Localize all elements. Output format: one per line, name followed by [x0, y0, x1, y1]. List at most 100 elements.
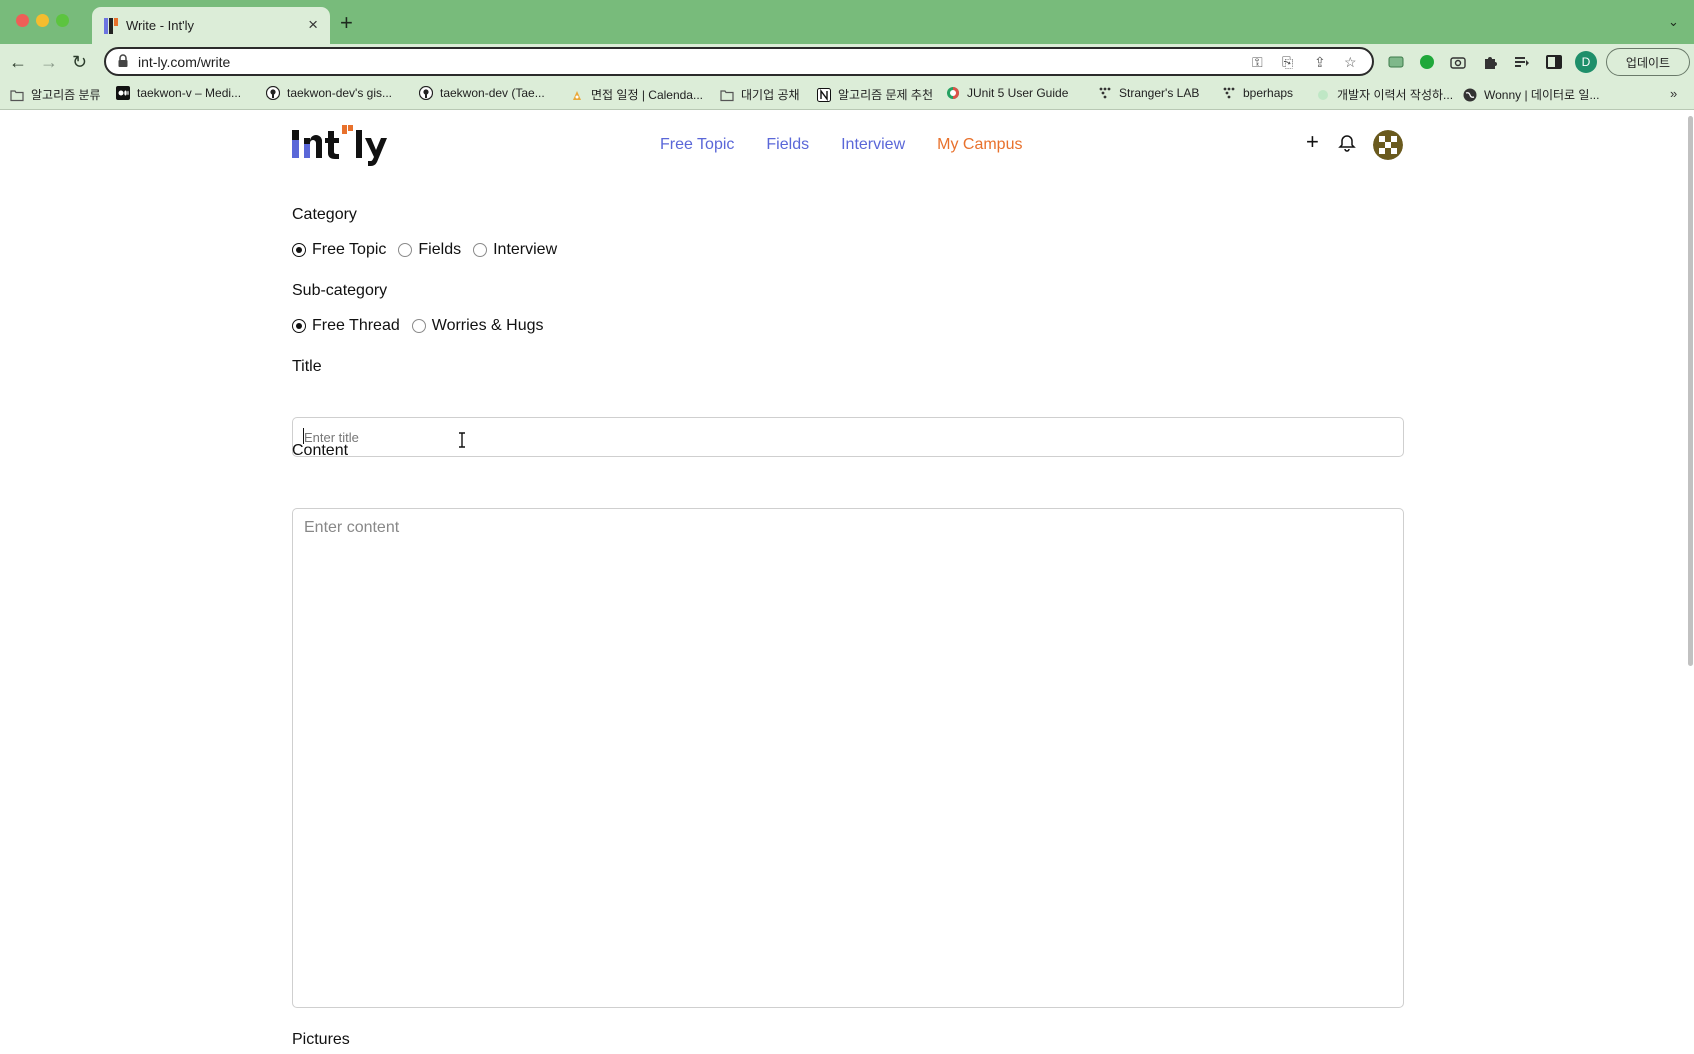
bookmark-item[interactable]: JUnit 5 User Guide [946, 86, 1068, 100]
radio-checked-icon[interactable] [292, 243, 306, 257]
browser-chrome: Write - Int'ly × + ⌄ ← → ↻ int-ly.com/wr… [0, 0, 1694, 110]
bookmark-item[interactable]: 알고리즘 문제 추천 [817, 86, 933, 103]
tab-strip: Write - Int'ly × + ⌄ [0, 0, 1694, 44]
evernote-icon[interactable] [1417, 52, 1437, 72]
bookmark-label: taekwon-v – Medi... [137, 86, 242, 100]
content-label: Content [292, 442, 349, 459]
scrollbar-thumb[interactable] [1688, 116, 1693, 666]
category-option-label: Interview [493, 241, 558, 258]
new-post-plus-icon[interactable]: + [1306, 130, 1319, 154]
browser-tab[interactable]: Write - Int'ly × [92, 7, 330, 44]
browser-toolbar: ← → ↻ int-ly.com/write ⚿ ⎘ ⇪ ☆ D 업데이트 [0, 44, 1694, 80]
notion-icon [817, 87, 831, 102]
github-icon [266, 86, 280, 100]
junit-icon [947, 87, 959, 99]
reload-icon[interactable]: ↻ [72, 49, 87, 75]
subcategory-option-label: Free Thread [312, 317, 400, 334]
tab-search-chevron-icon[interactable]: ⌄ [1668, 14, 1679, 30]
subcategory-label: Sub-category [292, 282, 388, 299]
window-maximize-button[interactable] [56, 14, 69, 27]
bookmark-item[interactable]: bperhaps [1222, 86, 1293, 100]
radio-unchecked-icon[interactable] [398, 243, 413, 257]
lock-icon [118, 54, 128, 67]
globe-icon [1463, 88, 1477, 101]
intly-favicon-icon [104, 18, 118, 34]
github-icon [419, 86, 433, 100]
address-bar[interactable]: int-ly.com/write ⚿ ⎘ ⇪ ☆ [104, 47, 1374, 76]
web-page: Free Topic Fields Interview My Campus + … [0, 110, 1694, 1054]
dots-icon [1099, 87, 1111, 99]
leaf-icon [1318, 89, 1328, 100]
reading-list-icon[interactable] [1512, 52, 1532, 72]
bookmark-item[interactable]: taekwon-v – Medi... [116, 86, 241, 100]
mouse-ibeam-cursor-icon [459, 432, 465, 448]
bookmark-label: JUnit 5 User Guide [967, 86, 1069, 100]
bookmark-label: 대기업 공채 [741, 88, 800, 102]
calendar-icon [573, 90, 581, 100]
nav-fields[interactable]: Fields [766, 136, 809, 154]
category-label: Category [292, 206, 357, 223]
back-arrow-icon[interactable]: ← [9, 49, 27, 75]
bookmark-item[interactable]: taekwon-dev's gis... [266, 86, 392, 100]
bookmark-label: 개발자 이력서 작성하... [1337, 88, 1454, 102]
subcategory-option-free-thread[interactable]: Free Thread [292, 317, 400, 335]
forward-arrow-icon[interactable]: → [40, 49, 58, 75]
bookmark-item[interactable]: Stranger's LAB [1098, 86, 1199, 100]
nav-my-campus[interactable]: My Campus [937, 136, 1022, 154]
bookmark-item[interactable]: Wonny | 데이터로 일... [1463, 86, 1599, 103]
intly-logo[interactable] [292, 122, 392, 166]
category-option-free-topic[interactable]: Free Topic [292, 241, 386, 259]
category-option-label: Free Topic [312, 241, 387, 258]
bookmarks-overflow-icon[interactable]: » [1670, 86, 1677, 101]
share-icon[interactable]: ⇪ [1314, 54, 1326, 71]
extension-mail-icon[interactable] [1386, 52, 1406, 72]
category-option-interview[interactable]: Interview [473, 241, 557, 259]
radio-unchecked-icon[interactable] [473, 243, 488, 257]
subcategory-option-label: Worries & Hugs [431, 317, 544, 334]
radio-checked-icon[interactable] [292, 319, 306, 333]
tab-close-icon[interactable]: × [308, 15, 318, 35]
tab-title: Write - Int'ly [126, 18, 194, 33]
nav-free-topic[interactable]: Free Topic [660, 136, 734, 154]
bookmark-label: Wonny | 데이터로 일... [1484, 88, 1600, 102]
subcategory-radio-group: Free Thread Worries & Hugs [292, 317, 555, 335]
window-minimize-button[interactable] [36, 14, 49, 27]
radio-unchecked-icon[interactable] [411, 319, 426, 333]
pictures-label: Pictures [292, 1031, 350, 1048]
main-nav: Free Topic Fields Interview My Campus [660, 136, 1022, 154]
dots-icon [1223, 87, 1235, 99]
bookmark-label: 알고리즘 분류 [31, 88, 101, 102]
notification-bell-icon[interactable] [1338, 134, 1356, 152]
side-panel-icon[interactable] [1544, 52, 1564, 72]
bookmark-label: taekwon-dev (Tae... [440, 86, 545, 100]
bookmark-star-icon[interactable]: ☆ [1344, 54, 1357, 71]
bookmark-label: 알고리즘 문제 추천 [838, 88, 933, 102]
bookmarks-bar: 알고리즘 분류 taekwon-v – Medi... taekwon-dev's … [0, 80, 1694, 110]
bookmark-label: 면접 일정 | Calenda... [591, 88, 703, 102]
nav-interview[interactable]: Interview [841, 136, 905, 154]
bookmark-item[interactable]: 알고리즘 분류 [10, 86, 101, 103]
content-textarea[interactable] [292, 508, 1404, 1008]
profile-avatar[interactable]: D [1575, 51, 1597, 73]
new-tab-icon[interactable]: + [340, 10, 353, 36]
bookmark-label: taekwon-dev's gis... [287, 86, 393, 100]
update-button[interactable]: 업데이트 [1606, 48, 1690, 76]
camera-icon[interactable] [1448, 52, 1468, 72]
url-text: int-ly.com/write [138, 54, 231, 70]
translate-icon[interactable]: ⎘ [1282, 54, 1293, 71]
bookmark-item[interactable]: taekwon-dev (Tae... [419, 86, 545, 100]
extensions-puzzle-icon[interactable] [1480, 52, 1500, 72]
subcategory-option-worries-hugs[interactable]: Worries & Hugs [411, 317, 544, 335]
bookmark-item[interactable]: 면접 일정 | Calenda... [570, 86, 703, 103]
bookmark-label: Stranger's LAB [1119, 86, 1200, 100]
category-radio-group: Free Topic Fields Interview [292, 241, 569, 259]
bookmark-item[interactable]: 대기업 공채 [720, 86, 800, 103]
folder-icon [10, 89, 24, 101]
category-option-fields[interactable]: Fields [398, 241, 461, 259]
medium-icon [116, 86, 130, 100]
title-label: Title [292, 358, 322, 375]
window-close-button[interactable] [16, 14, 29, 27]
key-icon[interactable]: ⚿ [1252, 54, 1263, 71]
bookmark-item[interactable]: 개발자 이력서 작성하... [1316, 86, 1453, 103]
user-avatar[interactable] [1373, 130, 1403, 160]
